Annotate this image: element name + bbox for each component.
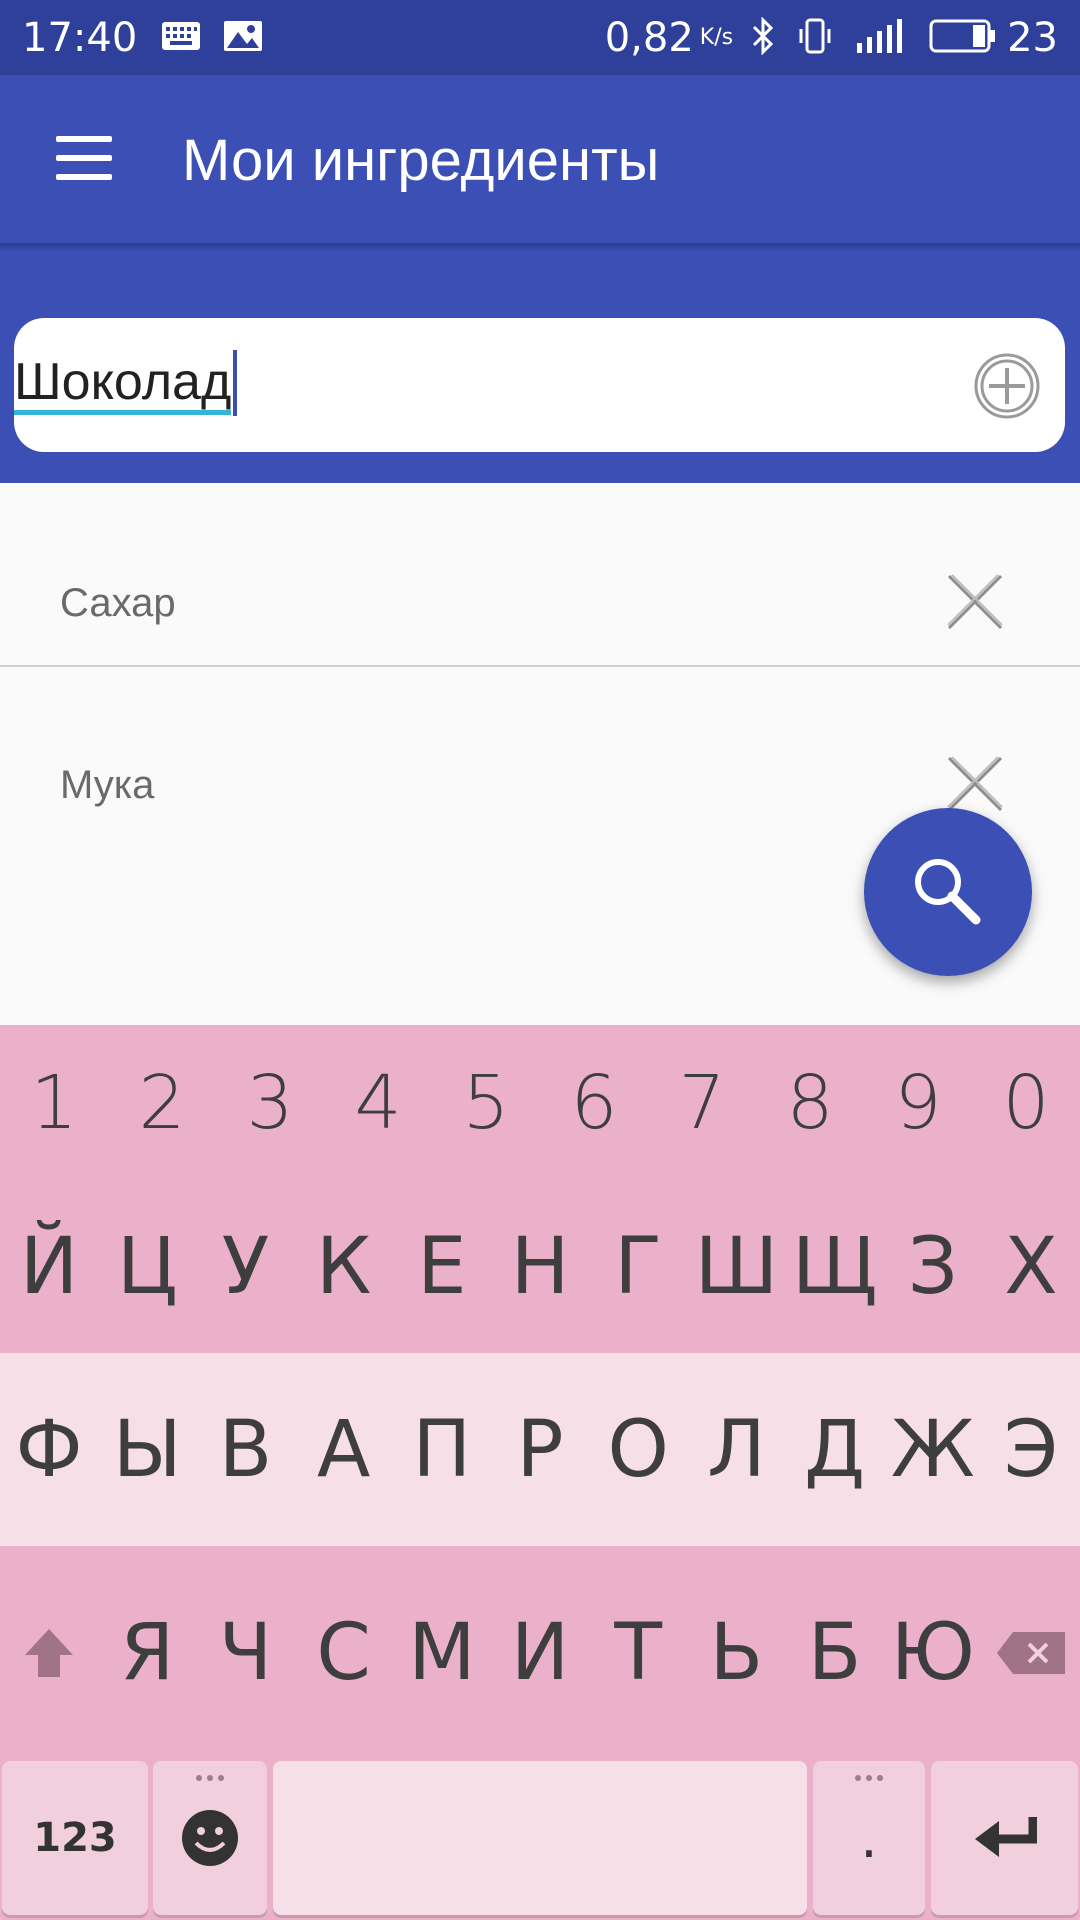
smiley-icon [182,1810,238,1866]
key-r3-0[interactable]: Я [98,1546,196,1759]
close-icon[interactable] [946,573,1004,631]
net-unit: K/s [699,25,734,50]
key-num-2[interactable]: 3 [216,1025,324,1180]
key-r3-1[interactable]: Ч [196,1546,294,1759]
keyboard-number-row: 1234567890 [0,1025,1080,1180]
key-num-4[interactable]: 5 [432,1025,540,1180]
enter-arrow-icon [974,1817,1037,1857]
key-r1-2[interactable]: У [196,1180,294,1353]
soft-keyboard: 1234567890 ЙЦУКЕНГШЩЗХ ФЫВАПРОЛДЖЭ ЯЧСМИ… [0,1025,1080,1920]
status-time: 17:40 [22,14,138,61]
key-r1-9[interactable]: З [884,1180,982,1353]
more-dots [855,1775,883,1781]
key-r1-0[interactable]: Й [0,1180,98,1353]
signal-icon [855,17,907,59]
period-key[interactable]: . [813,1761,925,1915]
key-num-7[interactable]: 8 [756,1025,864,1180]
battery-level: 23 [1007,14,1058,61]
emoji-key[interactable] [153,1761,267,1915]
key-r3-4[interactable]: И [491,1546,589,1759]
close-icon[interactable] [946,755,1004,813]
key-r1-8[interactable]: Щ [786,1180,884,1353]
vibrate-icon [797,17,833,59]
list-item: Сахар [0,485,1080,667]
key-r2-3[interactable]: А [295,1353,393,1546]
backspace-icon [996,1631,1065,1674]
key-num-9[interactable]: 0 [972,1025,1080,1180]
hamburger-menu-icon[interactable] [56,136,112,180]
key-num-5[interactable]: 6 [540,1025,648,1180]
key-r1-10[interactable]: Х [982,1180,1080,1353]
key-num-0[interactable]: 1 [0,1025,108,1180]
key-num-8[interactable]: 9 [864,1025,972,1180]
key-r2-9[interactable]: Ж [884,1353,982,1546]
shift-key[interactable] [0,1546,98,1759]
key-r3-2[interactable]: С [295,1546,393,1759]
net-speed: 0,82 [604,14,694,61]
shift-arrow-icon [25,1628,74,1677]
enter-key[interactable] [931,1761,1078,1915]
key-r1-1[interactable]: Ц [98,1180,196,1353]
page-title: Мои ингредиенты [182,128,660,193]
ingredient-label: Сахар [60,581,176,625]
key-r2-10[interactable]: Э [982,1353,1080,1546]
key-r2-2[interactable]: В [196,1353,294,1546]
keyboard-icon [161,21,201,55]
bluetooth-icon [751,15,775,59]
numbers-key[interactable]: 123 [2,1761,148,1915]
key-r2-7[interactable]: Л [687,1353,785,1546]
search-icon [915,859,981,925]
key-r3-7[interactable]: Б [786,1546,884,1759]
app-bar: Мои ингредиенты [0,75,1080,243]
keyboard-row-3: ЯЧСМИТЬБЮ [0,1546,1080,1759]
image-icon [223,20,263,56]
input-band: Шоколад [0,243,1080,483]
keyboard-row-3-letters: ЯЧСМИТЬБЮ [98,1546,982,1759]
key-num-6[interactable]: 7 [648,1025,756,1180]
ingredient-input-card: Шоколад [14,318,1065,452]
text-cursor [233,350,237,416]
ingredient-input[interactable]: Шоколад [14,356,232,415]
key-r1-7[interactable]: Ш [687,1180,785,1353]
key-r2-5[interactable]: Р [491,1353,589,1546]
more-dots [196,1775,224,1781]
search-fab[interactable] [864,808,1032,976]
space-key[interactable] [273,1761,807,1915]
key-r2-1[interactable]: Ы [98,1353,196,1546]
key-num-1[interactable]: 2 [108,1025,216,1180]
key-r2-0[interactable]: Ф [0,1353,98,1546]
key-r2-8[interactable]: Д [786,1353,884,1546]
key-r1-5[interactable]: Н [491,1180,589,1353]
keyboard-row-2: ФЫВАПРОЛДЖЭ [0,1353,1080,1546]
key-r3-6[interactable]: Ь [687,1546,785,1759]
key-num-3[interactable]: 4 [324,1025,432,1180]
status-bar: 17:40 0,82 K/s 23 [0,0,1080,75]
key-r3-8[interactable]: Ю [884,1546,982,1759]
key-r3-5[interactable]: Т [589,1546,687,1759]
period-label: . [860,1806,878,1870]
battery-icon [929,19,997,57]
key-r3-3[interactable]: М [393,1546,491,1759]
key-r1-3[interactable]: К [295,1180,393,1353]
key-r2-4[interactable]: П [393,1353,491,1546]
ingredient-label: Мука [60,763,155,807]
keyboard-row-1: ЙЦУКЕНГШЩЗХ [0,1180,1080,1353]
key-r1-4[interactable]: Е [393,1180,491,1353]
add-circle-icon[interactable] [973,352,1041,420]
backspace-key[interactable] [982,1546,1080,1759]
keyboard-bottom-row: 123 . [0,1759,1080,1920]
key-r2-6[interactable]: О [589,1353,687,1546]
key-r1-6[interactable]: Г [589,1180,687,1353]
app-bar-shadow [0,243,1080,251]
